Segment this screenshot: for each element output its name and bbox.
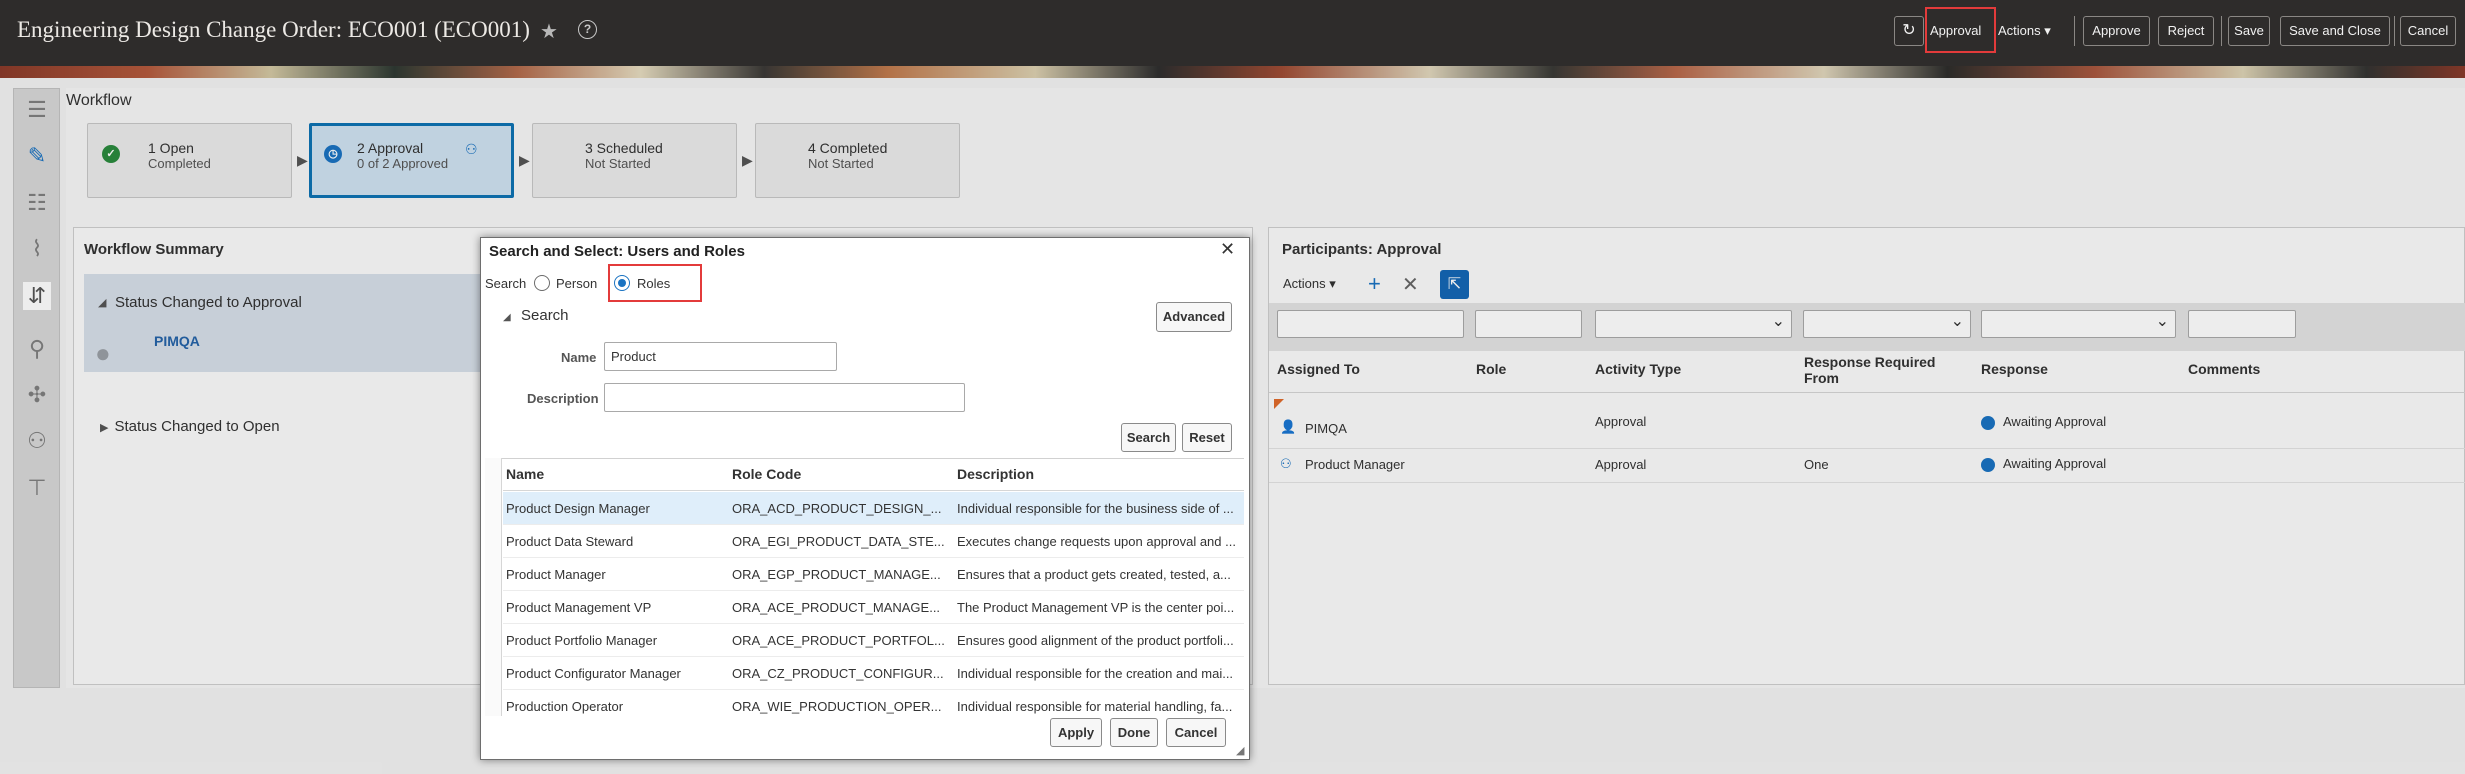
collapse-triangle-icon[interactable]: ◢ — [503, 312, 511, 323]
result-name: Product Portfolio Manager — [506, 633, 658, 648]
result-name: Product Configurator Manager — [506, 666, 681, 681]
result-name: Product Management VP — [506, 600, 652, 615]
dropdown-arrow-icon: ▾ — [2044, 23, 2051, 38]
results-row[interactable]: Product Design Manager ORA_ACD_PRODUCT_D… — [503, 492, 1244, 525]
result-name: Production Operator — [506, 699, 624, 714]
refresh-icon[interactable]: ↻ — [1894, 16, 1924, 46]
result-description: The Product Management VP is the center … — [957, 600, 1235, 615]
favorite-star-icon[interactable]: ★ — [540, 19, 558, 44]
result-description: Ensures good alignment of the product po… — [957, 633, 1234, 648]
result-description: Individual responsible for material hand… — [957, 699, 1233, 714]
result-name: Product Design Manager — [506, 501, 650, 516]
cancel-button[interactable]: Cancel — [2400, 16, 2456, 46]
result-code: ORA_EGI_PRODUCT_DATA_STE... — [732, 534, 945, 549]
approve-button[interactable]: Approve — [2083, 16, 2150, 46]
results-row[interactable]: Product Configurator Manager ORA_CZ_PROD… — [503, 657, 1244, 690]
annotation-highlight-roles — [608, 264, 702, 302]
result-code: ORA_ACE_PRODUCT_MANAGE... — [732, 600, 941, 615]
dialog-title: Search and Select: Users and Roles — [489, 243, 745, 260]
divider — [503, 490, 1244, 491]
close-icon[interactable]: ✕ — [1220, 239, 1235, 260]
reset-button[interactable]: Reset — [1182, 423, 1232, 452]
result-code: ORA_WIE_PRODUCTION_OPER... — [732, 699, 942, 714]
result-description: Individual responsible for the business … — [957, 501, 1234, 516]
help-icon[interactable]: ? — [578, 20, 597, 39]
results-row[interactable]: Product Manager ORA_EGP_PRODUCT_MANAGE..… — [503, 558, 1244, 591]
save-and-close-button[interactable]: Save and Close — [2280, 16, 2390, 46]
save-button[interactable]: Save — [2228, 16, 2270, 46]
result-code: ORA_CZ_PRODUCT_CONFIGUR... — [732, 666, 944, 681]
result-code: ORA_ACD_PRODUCT_DESIGN_... — [732, 501, 942, 516]
radio-person-label[interactable]: Person — [556, 276, 597, 291]
result-code: ORA_ACE_PRODUCT_PORTFOL... — [732, 633, 945, 648]
done-button[interactable]: Done — [1110, 718, 1158, 747]
result-description: Ensures that a product gets created, tes… — [957, 567, 1231, 582]
resize-handle-icon[interactable]: ◢ — [1236, 744, 1244, 757]
results-row[interactable]: Product Portfolio Manager ORA_ACE_PRODUC… — [503, 624, 1244, 657]
results-column-header[interactable]: Description — [957, 466, 1034, 482]
apply-button[interactable]: Apply — [1050, 718, 1102, 747]
search-section-header[interactable]: Search — [521, 307, 569, 324]
header-actions-menu[interactable]: Actions ▾ — [1998, 16, 2051, 46]
result-description: Executes change requests upon approval a… — [957, 534, 1236, 549]
result-description: Individual responsible for the creation … — [957, 666, 1234, 681]
name-label: Name — [561, 350, 597, 365]
separator — [2394, 16, 2395, 46]
reject-button[interactable]: Reject — [2158, 16, 2214, 46]
search-type-label: Search — [485, 276, 527, 291]
separator — [2074, 16, 2075, 46]
advanced-button[interactable]: Advanced — [1156, 302, 1232, 332]
results-row[interactable]: Product Management VP ORA_ACE_PRODUCT_MA… — [503, 591, 1244, 624]
results-row[interactable]: Production Operator ORA_WIE_PRODUCTION_O… — [503, 690, 1244, 716]
page-title: Engineering Design Change Order: ECO001 … — [17, 17, 530, 42]
separator — [2221, 16, 2222, 46]
results-column-header[interactable]: Role Code — [732, 466, 801, 482]
results-row[interactable]: Product Data Steward ORA_EGI_PRODUCT_DAT… — [503, 525, 1244, 558]
dialog-cancel-button[interactable]: Cancel — [1166, 718, 1226, 747]
result-code: ORA_EGP_PRODUCT_MANAGE... — [732, 567, 941, 582]
description-input[interactable] — [604, 383, 965, 412]
annotation-highlight-approval — [1925, 7, 1996, 53]
name-input[interactable]: Product — [604, 342, 837, 371]
description-label: Description — [527, 391, 599, 406]
radio-person[interactable] — [534, 275, 550, 291]
row-selector-gutter — [485, 458, 502, 716]
result-name: Product Data Steward — [506, 534, 634, 549]
search-button[interactable]: Search — [1121, 423, 1176, 452]
result-name: Product Manager — [506, 567, 606, 582]
results-column-header[interactable]: Name — [506, 466, 544, 482]
actions-label: Actions — [1998, 23, 2041, 38]
